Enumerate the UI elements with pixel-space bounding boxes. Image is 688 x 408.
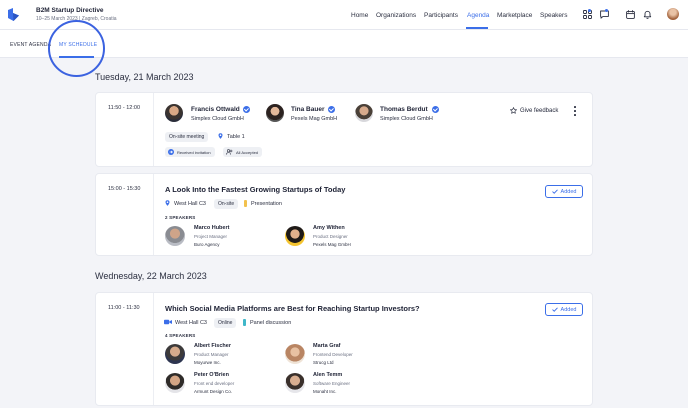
session-time: 11:00 - 11:30 [108,305,140,311]
day-date: Tuesday, 21 March 2023 [95,72,194,82]
nav-agenda[interactable]: Agenda [467,12,489,19]
speaker-avatar [165,226,185,246]
added-button[interactable]: Added [545,303,583,316]
location-pin-icon [218,133,223,139]
session-title[interactable]: Which Social Media Platforms are Best fo… [165,304,420,313]
participant-company: Pexels Mag GmbH [291,116,338,122]
table-label: Table 1 [227,134,245,140]
speaker-name[interactable]: Alen Temm [313,372,342,378]
acceptance-status-label: All Accepted [236,149,259,155]
speaker-name[interactable]: Marta Graf [313,343,341,349]
invitation-status-chip: Received invitation [165,147,215,157]
speaker-avatar [285,373,305,393]
verified-icon [243,106,250,113]
format-color-bar [243,319,246,326]
speaker-role: Project Manager [194,234,228,239]
give-feedback-button[interactable]: Give feedback [510,107,558,114]
speaker-role: Product Manager [194,352,229,357]
session-format: Panel discussion [250,320,292,326]
speaker-company: Strucg Ltd [313,360,334,365]
session-time: 11:50 - 12:00 [108,105,141,111]
participant-avatar [165,104,183,122]
nav-participants[interactable]: Participants [424,12,458,19]
speaker-avatar [165,373,185,393]
verified-icon [432,106,439,113]
format-color-bar [244,200,247,207]
participant-company: Simplex Cloud GmbH [380,116,433,122]
speakers-heading: 2 SPEAKERS [165,215,196,220]
card-divider [153,293,154,405]
give-feedback-label: Give feedback [520,107,559,114]
check-icon [551,307,558,312]
day-date: Wednesday, 22 March 2023 [95,271,207,281]
nav-speakers[interactable]: Speakers [540,12,567,19]
meeting-card[interactable]: 11:50 - 12:00 Francis Ottwald Simplex Cl… [95,92,593,167]
focus-highlight-ring [48,20,105,77]
acceptance-status-chip: All Accepted [223,147,263,157]
invitation-received-icon [168,149,174,155]
speaker-name[interactable]: Albert Fischer [194,343,231,349]
nav-organizations[interactable]: Organizations [376,12,416,19]
added-button[interactable]: Added [545,185,583,198]
speaker-company: Buro Agency [194,242,220,247]
speaker-role: Frontend Developer [313,352,353,357]
event-title: B2M Startup Directive [36,7,104,14]
speaker-avatar [285,344,305,364]
app-logo-icon[interactable] [8,8,19,21]
speaker-company: Pexels Mag GmbH [313,242,351,247]
speaker-avatar [285,226,305,246]
top-bar: B2M Startup Directive 10–25 March 2023 |… [0,0,688,30]
check-icon [551,189,558,194]
speaker-role: Front end developer [194,381,235,386]
video-icon [164,319,172,325]
participant-name[interactable]: Tina Bauer [291,106,324,113]
calendar-icon[interactable] [626,10,635,19]
participant-name[interactable]: Francis Ottwald [191,106,240,113]
session-location: West Hall C3 [175,320,207,326]
session-title[interactable]: A Look Into the Fastest Growing Startups… [165,185,345,194]
card-divider [153,174,154,255]
speaker-company: Monaht Inc. [313,389,337,394]
speakers-heading: 4 SPEAKERS [165,333,196,338]
meeting-type-chip: On-site meeting [165,132,209,142]
session-time: 15:00 - 15:30 [108,186,141,192]
user-avatar[interactable] [667,8,679,20]
verified-icon [328,106,335,113]
tab-event-agenda[interactable]: EVENT AGENDA [10,42,51,48]
participant-avatar [266,104,284,122]
speaker-avatar [165,344,185,364]
grid-notification-dot [588,9,591,12]
speaker-company: Armunt Design Co. [194,389,233,394]
session-format: Presentation [251,201,282,207]
speaker-company: Moyurwe Inc. [194,360,221,365]
session-location: West Hall C3 [174,201,206,207]
session-card[interactable]: 11:00 - 11:30 Which Social Media Platfor… [95,292,593,406]
nav-active-indicator [466,27,488,29]
added-label: Added [560,188,577,195]
nav-home[interactable]: Home [351,12,368,19]
nav-marketplace[interactable]: Marketplace [497,12,532,19]
participant-avatar [355,104,373,122]
session-card[interactable]: 15:00 - 15:30 A Look Into the Fastest Gr… [95,173,593,256]
bell-icon[interactable] [643,10,652,19]
chat-notification-dot [605,9,608,12]
more-options-icon[interactable] [573,106,577,116]
session-mode-chip: On-site [214,199,239,209]
participant-name[interactable]: Thomas Berdut [380,106,428,113]
location-pin-icon [165,200,170,206]
speaker-name[interactable]: Marco Hubert [194,225,229,231]
card-divider [153,93,154,166]
added-label: Added [560,306,577,313]
session-mode-chip: Online [214,318,237,328]
users-icon [226,149,233,155]
speaker-role: Software Engineer [313,381,351,386]
participant-company: Simplex Cloud GmbH [191,116,244,122]
speaker-role: Product Designer [313,234,348,239]
star-icon [510,107,517,114]
speaker-name[interactable]: Amy Withen [313,225,345,231]
invitation-status-label: Received invitation [177,149,211,155]
speaker-name[interactable]: Peter O'Brien [194,372,229,378]
